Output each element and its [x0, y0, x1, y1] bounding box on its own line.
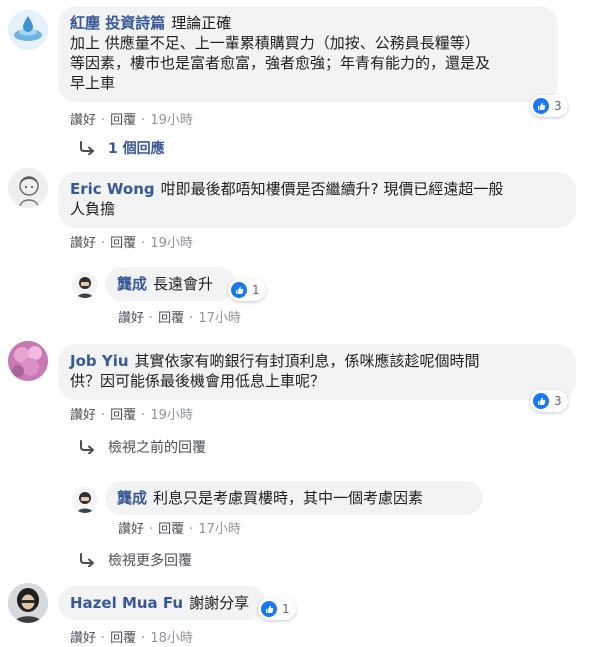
comment-text: 供？因可能係最後機會用低息上車呢？ [70, 372, 326, 390]
reply-author[interactable]: 龔成 [117, 489, 147, 507]
like-button[interactable]: 讚好 [70, 113, 96, 128]
avatar[interactable] [72, 487, 98, 513]
comment-actions: 讚好 · 回覆 · 18小時 [70, 631, 193, 646]
reply-text: 利息只是考慮買樓時，其中一個考慮因素 [153, 489, 424, 507]
reply-actions: 讚好 · 回覆 · 17小時 [118, 522, 241, 537]
like-button[interactable]: 讚好 [70, 631, 96, 646]
comment-bubble: Eric Wong 咁即最後都唔知樓價是否繼續升? 現價已經遠超一般 人負擔 [58, 172, 576, 228]
reply-arrow-icon [78, 440, 96, 454]
reply-bubble: 龔成 利息只是考慮買樓時，其中一個考慮因素 [105, 481, 483, 515]
comment-text: 咁即最後都唔知樓價是否繼續升? 現價已經遠超一般 [160, 180, 504, 198]
reply-text: 長遠會升 [153, 275, 214, 293]
like-button[interactable]: 讚好 [118, 311, 144, 326]
reaction-count[interactable]: 3 [530, 390, 568, 412]
avatar[interactable] [8, 168, 48, 208]
reply-button[interactable]: 回覆 [110, 631, 136, 646]
avatar[interactable] [8, 341, 48, 381]
like-icon [533, 393, 549, 409]
view-more-replies-link[interactable]: 檢視更多回覆 [78, 550, 192, 570]
like-icon [261, 601, 277, 617]
comment-author[interactable]: 紅塵 投資詩篇 [70, 14, 165, 32]
comment-bubble: Hazel Mua Fu 謝謝分享 [58, 586, 266, 620]
avatar[interactable] [8, 583, 48, 623]
comment-author[interactable]: Eric Wong [70, 180, 155, 198]
view-replies-link[interactable]: 1 個回應 [78, 138, 165, 158]
timestamp[interactable]: 17小時 [198, 522, 241, 537]
like-button[interactable]: 讚好 [118, 522, 144, 537]
comment-actions: 讚好 · 回覆 · 19小時 [70, 236, 193, 251]
comment-text: 等因素，樓市也是富者愈富，強者愈強；年青有能力的，還是及 [70, 54, 491, 72]
comment-text: 人負擔 [70, 200, 116, 218]
timestamp[interactable]: 19小時 [150, 113, 193, 128]
reply-arrow-icon [78, 141, 96, 155]
comment-bubble: Job Yiu 其實依家有啲銀行有封頂利息，係咪應該趁呢個時間 供？因可能係最後機… [58, 344, 576, 400]
reply-bubble: 龔成 長遠會升 [105, 267, 235, 301]
reply-button[interactable]: 回覆 [158, 522, 184, 537]
view-previous-replies-link[interactable]: 檢視之前的回覆 [78, 437, 206, 457]
reply-button[interactable]: 回覆 [110, 113, 136, 128]
like-button[interactable]: 讚好 [70, 408, 96, 423]
avatar[interactable] [72, 272, 98, 298]
comment-author[interactable]: Hazel Mua Fu [70, 594, 183, 612]
comment-actions: 讚好 · 回覆 · 19小時 [70, 113, 193, 128]
comment-bubble: 紅塵 投資詩篇 理論正確 加上 供應量不足、上一輩累積購買力（加按、公務員長糧等）… [58, 6, 558, 102]
comment-text: 謝謝分享 [189, 594, 250, 612]
reply-button[interactable]: 回覆 [110, 408, 136, 423]
reply-button[interactable]: 回覆 [110, 236, 136, 251]
reaction-count[interactable]: 1 [258, 598, 296, 620]
comment-text: 其實依家有啲銀行有封頂利息，係咪應該趁呢個時間 [134, 352, 480, 370]
reaction-count[interactable]: 3 [530, 95, 568, 117]
comment-text: 早上車 [70, 74, 116, 92]
comment-text: 加上 供應量不足、上一輩累積購買力（加按、公務員長糧等） [70, 34, 480, 52]
reply-actions: 讚好 · 回覆 · 17小時 [118, 311, 241, 326]
timestamp[interactable]: 19小時 [150, 236, 193, 251]
reply-arrow-icon [78, 553, 96, 567]
timestamp[interactable]: 18小時 [150, 631, 193, 646]
comment-author[interactable]: Job Yiu [70, 352, 129, 370]
reply-author[interactable]: 龔成 [117, 275, 147, 293]
timestamp[interactable]: 19小時 [150, 408, 193, 423]
comment-actions: 讚好 · 回覆 · 19小時 [70, 408, 193, 423]
avatar[interactable] [8, 10, 48, 50]
comment-text: 理論正確 [171, 14, 232, 32]
like-button[interactable]: 讚好 [70, 236, 96, 251]
reply-button[interactable]: 回覆 [158, 311, 184, 326]
like-icon [231, 282, 247, 298]
like-icon [533, 98, 549, 114]
reaction-count[interactable]: 1 [228, 279, 266, 301]
timestamp[interactable]: 17小時 [198, 311, 241, 326]
